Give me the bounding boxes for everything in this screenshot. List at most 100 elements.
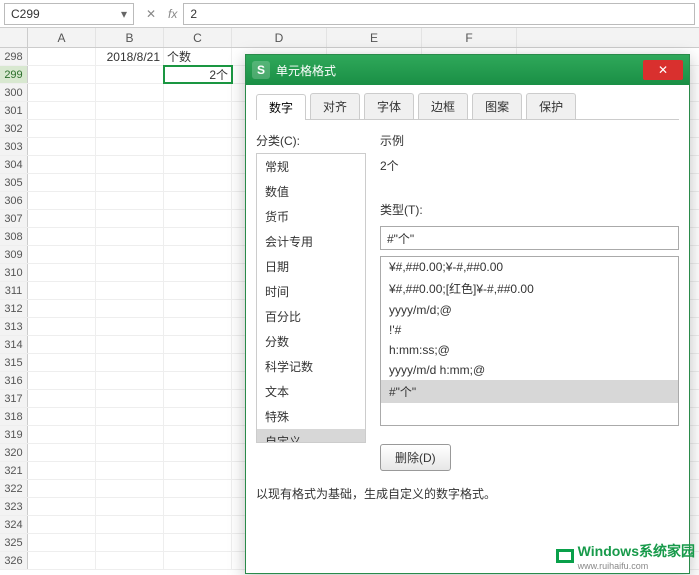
cell[interactable] bbox=[164, 516, 232, 533]
cell[interactable] bbox=[28, 174, 96, 191]
name-box[interactable]: C299 ▾ bbox=[4, 3, 134, 25]
cell[interactable] bbox=[164, 354, 232, 371]
cell[interactable] bbox=[28, 102, 96, 119]
cell[interactable] bbox=[28, 498, 96, 515]
tab-保护[interactable]: 保护 bbox=[526, 93, 576, 119]
row-header[interactable]: 301 bbox=[0, 102, 28, 119]
format-item[interactable]: !'# bbox=[381, 320, 678, 340]
cell[interactable] bbox=[96, 138, 164, 155]
cell[interactable] bbox=[164, 336, 232, 353]
cell[interactable] bbox=[96, 246, 164, 263]
row-header[interactable]: 308 bbox=[0, 228, 28, 245]
row-header[interactable]: 314 bbox=[0, 336, 28, 353]
cell[interactable] bbox=[164, 426, 232, 443]
format-list[interactable]: ¥#,##0.00;¥-#,##0.00¥#,##0.00;[红色]¥-#,##… bbox=[380, 256, 679, 426]
cell[interactable] bbox=[28, 120, 96, 137]
cell[interactable] bbox=[28, 210, 96, 227]
category-item[interactable]: 自定义 bbox=[257, 429, 365, 443]
cell[interactable] bbox=[164, 462, 232, 479]
tab-边框[interactable]: 边框 bbox=[418, 93, 468, 119]
row-header[interactable]: 302 bbox=[0, 120, 28, 137]
cell[interactable] bbox=[28, 354, 96, 371]
cell[interactable] bbox=[96, 228, 164, 245]
category-item[interactable]: 货币 bbox=[257, 204, 365, 229]
format-item[interactable]: yyyy/m/d h:mm;@ bbox=[381, 360, 678, 380]
cell[interactable] bbox=[164, 84, 232, 101]
cell[interactable] bbox=[28, 480, 96, 497]
cell[interactable] bbox=[164, 390, 232, 407]
category-list[interactable]: 常规数值货币会计专用日期时间百分比分数科学记数文本特殊自定义 bbox=[256, 153, 366, 443]
cell[interactable] bbox=[28, 534, 96, 551]
row-header[interactable]: 300 bbox=[0, 84, 28, 101]
cell[interactable] bbox=[164, 264, 232, 281]
cell[interactable] bbox=[164, 174, 232, 191]
tab-对齐[interactable]: 对齐 bbox=[310, 93, 360, 119]
cell[interactable] bbox=[164, 282, 232, 299]
cell[interactable] bbox=[28, 462, 96, 479]
col-header[interactable]: A bbox=[28, 28, 96, 47]
cell[interactable] bbox=[164, 120, 232, 137]
cell[interactable] bbox=[164, 552, 232, 569]
row-header[interactable]: 309 bbox=[0, 246, 28, 263]
cell[interactable] bbox=[28, 192, 96, 209]
row-header[interactable]: 324 bbox=[0, 516, 28, 533]
cell[interactable] bbox=[96, 102, 164, 119]
cell[interactable]: 2018/8/21 bbox=[96, 48, 164, 65]
cell[interactable] bbox=[28, 336, 96, 353]
row-header[interactable]: 303 bbox=[0, 138, 28, 155]
row-header[interactable]: 312 bbox=[0, 300, 28, 317]
cell[interactable] bbox=[28, 318, 96, 335]
cell[interactable] bbox=[164, 498, 232, 515]
dialog-titlebar[interactable]: S 单元格格式 ✕ bbox=[246, 55, 689, 85]
cell[interactable] bbox=[96, 534, 164, 551]
tab-字体[interactable]: 字体 bbox=[364, 93, 414, 119]
cell[interactable] bbox=[28, 444, 96, 461]
cell[interactable] bbox=[28, 246, 96, 263]
cell[interactable] bbox=[28, 372, 96, 389]
col-header[interactable]: E bbox=[327, 28, 422, 47]
cell[interactable] bbox=[96, 192, 164, 209]
delete-button[interactable]: 删除(D) bbox=[380, 444, 451, 471]
cell[interactable] bbox=[164, 210, 232, 227]
cell[interactable] bbox=[164, 228, 232, 245]
cell[interactable] bbox=[28, 84, 96, 101]
cell[interactable] bbox=[164, 300, 232, 317]
cell[interactable] bbox=[164, 102, 232, 119]
format-item[interactable]: h:mm:ss;@ bbox=[381, 340, 678, 360]
cell[interactable] bbox=[96, 318, 164, 335]
category-item[interactable]: 时间 bbox=[257, 279, 365, 304]
cell[interactable] bbox=[96, 336, 164, 353]
category-item[interactable]: 常规 bbox=[257, 154, 365, 179]
category-item[interactable]: 数值 bbox=[257, 179, 365, 204]
cell[interactable] bbox=[28, 516, 96, 533]
cell[interactable] bbox=[28, 66, 96, 83]
cell[interactable] bbox=[164, 534, 232, 551]
cell[interactable] bbox=[164, 156, 232, 173]
col-header[interactable]: C bbox=[164, 28, 232, 47]
cell[interactable] bbox=[164, 138, 232, 155]
cell[interactable] bbox=[28, 264, 96, 281]
cell[interactable] bbox=[96, 300, 164, 317]
category-item[interactable]: 特殊 bbox=[257, 404, 365, 429]
tab-数字[interactable]: 数字 bbox=[256, 94, 306, 120]
cell[interactable] bbox=[96, 552, 164, 569]
category-item[interactable]: 文本 bbox=[257, 379, 365, 404]
row-header[interactable]: 320 bbox=[0, 444, 28, 461]
format-item[interactable]: #"个" bbox=[381, 380, 678, 403]
cell[interactable] bbox=[28, 390, 96, 407]
select-all-corner[interactable] bbox=[0, 28, 28, 47]
cell[interactable] bbox=[96, 480, 164, 497]
cell[interactable] bbox=[96, 156, 164, 173]
row-header[interactable]: 307 bbox=[0, 210, 28, 227]
row-header[interactable]: 325 bbox=[0, 534, 28, 551]
row-header[interactable]: 298 bbox=[0, 48, 28, 65]
fx-icon[interactable]: fx bbox=[168, 7, 177, 21]
cell[interactable] bbox=[96, 210, 164, 227]
row-header[interactable]: 322 bbox=[0, 480, 28, 497]
cell[interactable] bbox=[28, 552, 96, 569]
category-item[interactable]: 百分比 bbox=[257, 304, 365, 329]
category-item[interactable]: 日期 bbox=[257, 254, 365, 279]
cell[interactable] bbox=[28, 156, 96, 173]
col-header[interactable]: B bbox=[96, 28, 164, 47]
cell[interactable] bbox=[28, 48, 96, 65]
